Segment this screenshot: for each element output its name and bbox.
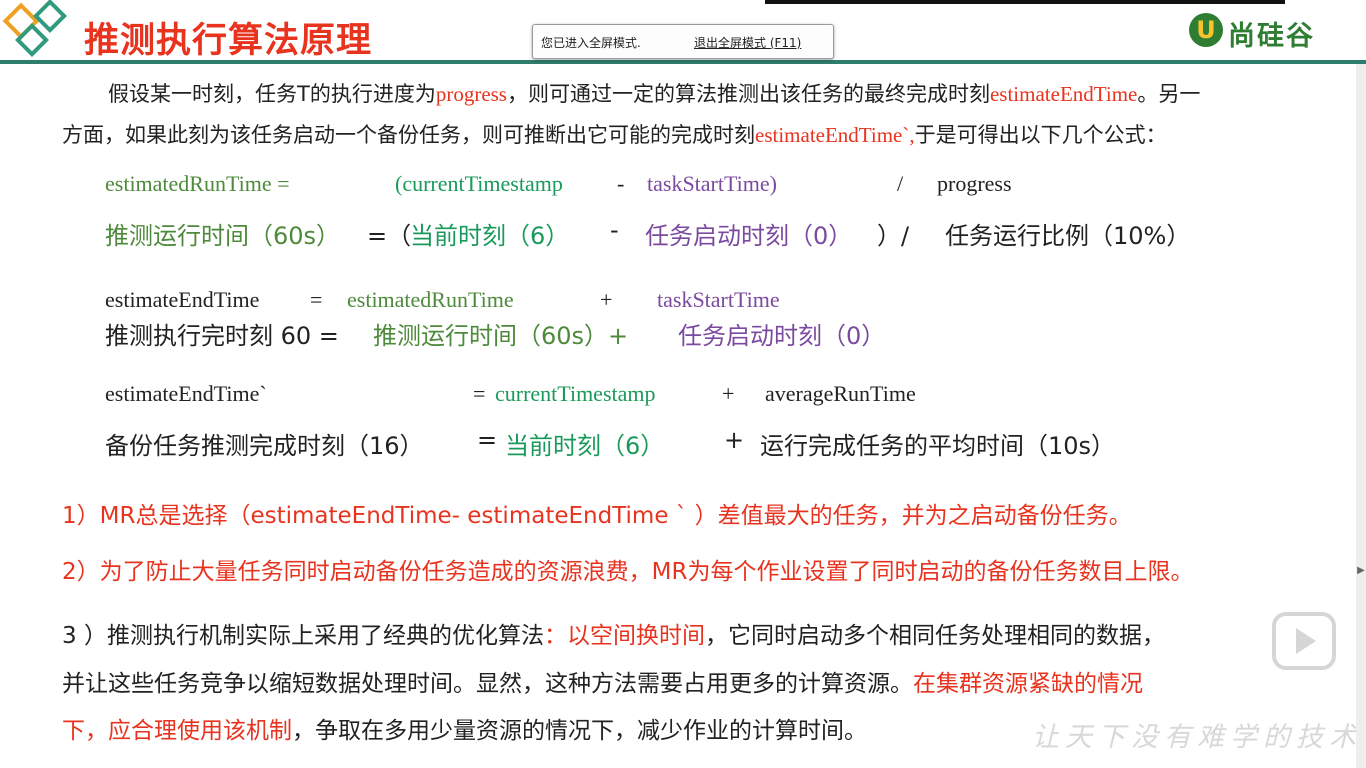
brand-logo-text: 尚硅谷 — [1228, 21, 1315, 52]
point-3-line-2: 并让这些任务竞争以缩短数据处理时间。显然，这种方法需要占用更多的计算资源。在集群… — [62, 664, 1143, 698]
intro-text: 方面，如果此刻为该任务启动一个备份任务，则可推断出它可能的完成时刻 — [62, 123, 755, 147]
top-black-bar — [765, 0, 1285, 4]
formula3-cn-lhs: 备份任务推测完成时刻（16） — [105, 432, 424, 460]
formula1-en-current: (currentTimestamp — [395, 171, 563, 196]
formula1-en-divide: / — [897, 171, 904, 196]
formula1-cn-divide: ）/ — [877, 222, 910, 250]
formula1-en-minus: - — [617, 171, 625, 196]
fullscreen-message: 您已进入全屏模式. — [541, 36, 641, 50]
formula3-cn-avg: 运行完成任务的平均时间（10s） — [760, 432, 1116, 460]
formula3-cn-plus: + — [724, 426, 745, 454]
intro-line-2: 方面，如果此刻为该任务启动一个备份任务，则可推断出它可能的完成时刻estimat… — [62, 119, 1167, 149]
point-3-line-3: 下，应合理使用该机制，争取在多用少量资源的情况下，减少作业的计算时间。 — [62, 711, 867, 745]
progress-term: progress — [435, 82, 507, 106]
exit-fullscreen-link[interactable]: 退出全屏模式 (F11) — [694, 34, 801, 51]
page-title: 推测执行算法原理 — [84, 21, 373, 61]
fullscreen-notification: 您已进入全屏模式. 退出全屏模式 (F11) — [532, 24, 834, 59]
formula3-cn-eq: = — [477, 426, 498, 454]
formula1-cn-minus: - — [610, 216, 619, 244]
formula1-cn-current: 当前时刻（6） — [410, 222, 570, 250]
intro-text: 假设某一时刻，任务T的执行进度为 — [108, 82, 436, 106]
formula1-en-progress: progress — [937, 171, 1012, 196]
formula1-cn-ratio: 任务运行比例（10%） — [945, 222, 1191, 250]
formula3-en-lhs: estimateEndTime` — [105, 381, 267, 406]
formula1-cn-start: 任务启动时刻（0） — [645, 222, 853, 250]
formula2-cn-lhs: 推测执行完时刻 60 = — [105, 322, 339, 350]
point-2: 2）为了防止大量任务同时启动备份任务造成的资源浪费，MR为每个作业设置了同时启动… — [62, 559, 1194, 585]
formula1-en-start: taskStartTime) — [647, 171, 777, 196]
brand-logo-icon: U — [1189, 13, 1223, 47]
formula3-en-current: currentTimestamp — [495, 381, 656, 406]
formula2-cn-runtime: 推测运行时间（60s）+ — [373, 322, 629, 350]
intro-text: 。另一 — [1137, 82, 1201, 106]
point-1: 1）MR总是选择（estimateEndTime- estimateEndTim… — [62, 503, 1132, 529]
point-3-line-1: 3 ）推测执行机制实际上采用了经典的优化算法：以空间换时间，它同时启动多个相同任… — [62, 616, 1165, 650]
point-3-text: 3 ）推测执行机制实际上采用了经典的优化算法 — [62, 623, 544, 649]
formula3-en-plus: + — [722, 381, 735, 406]
formula1-cn-lhs: 推测运行时间（60s） — [105, 222, 341, 250]
formula1-cn-eq: =（ — [367, 222, 412, 250]
scroll-right-arrow-icon[interactable]: ▶ — [1356, 565, 1366, 585]
intro-line-1: 假设某一时刻，任务T的执行进度为progress，则可通过一定的算法推测出该任务… — [108, 78, 1200, 108]
formula1-en-lhs: estimatedRunTime = — [105, 171, 290, 196]
play-icon — [1296, 628, 1316, 654]
formula2-en-eq: = — [310, 287, 323, 312]
vertical-scrollbar[interactable] — [1356, 64, 1366, 768]
formula2-en-runtime: estimatedRunTime — [347, 287, 514, 312]
formula2-cn-start: 任务启动时刻（0） — [678, 322, 886, 350]
formula3-en-eq: = — [473, 381, 486, 406]
formula3-cn-current: 当前时刻（6） — [505, 432, 665, 460]
point-3-text: 并让这些任务竞争以缩短数据处理时间。显然，这种方法需要占用更多的计算资源。 — [62, 671, 913, 697]
formula2-en-start: taskStartTime — [657, 287, 780, 312]
play-button[interactable] — [1272, 612, 1336, 670]
formula2-en-plus: + — [600, 287, 613, 312]
formula3-en-avg: averageRunTime — [765, 381, 916, 406]
estimate-end-time-term: estimateEndTime — [989, 82, 1138, 106]
estimate-end-time-prime-term: estimateEndTime`, — [755, 123, 915, 147]
watermark: 让天下没有难学的技术 — [1032, 722, 1362, 753]
diamond-logo-icon — [2, 0, 67, 57]
point-3-highlight: 下，应合理使用该机制 — [62, 718, 292, 744]
point-3-highlight: ：以空间换时间 — [543, 623, 705, 649]
intro-text: ，则可通过一定的算法推测出该任务的最终完成时刻 — [506, 82, 990, 106]
header-divider — [0, 60, 1366, 64]
intro-text: 于是可得出以下几个公式： — [914, 123, 1167, 147]
point-3-highlight: 在集群资源紧缺的情况 — [913, 671, 1143, 697]
formula2-en-lhs: estimateEndTime — [105, 287, 260, 312]
point-3-text: ，争取在多用少量资源的情况下，减少作业的计算时间。 — [292, 718, 867, 744]
point-3-text: ，它同时启动多个相同任务处理相同的数据， — [704, 623, 1165, 649]
